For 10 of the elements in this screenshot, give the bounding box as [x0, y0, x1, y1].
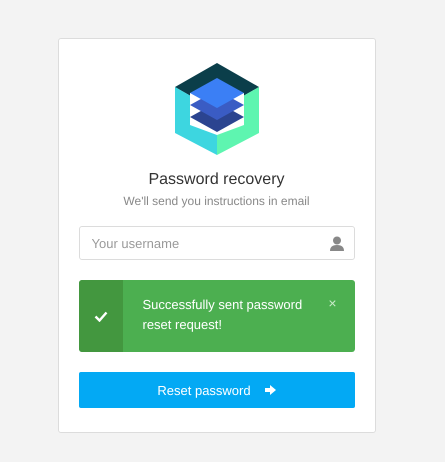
- close-button[interactable]: ×: [328, 294, 336, 312]
- arrow-right-icon: [264, 385, 276, 395]
- page-title: Password recovery: [147, 171, 286, 189]
- username-field[interactable]: Your username: [78, 226, 354, 260]
- alert-message: Successfully sent password reset request!: [142, 296, 304, 334]
- logo-icon: [174, 63, 258, 155]
- user-icon: [330, 236, 344, 251]
- reset-password-button[interactable]: Reset password: [78, 372, 354, 408]
- page-subtitle: We'll send you instructions in email: [122, 194, 311, 208]
- checkmark-icon: [94, 310, 108, 322]
